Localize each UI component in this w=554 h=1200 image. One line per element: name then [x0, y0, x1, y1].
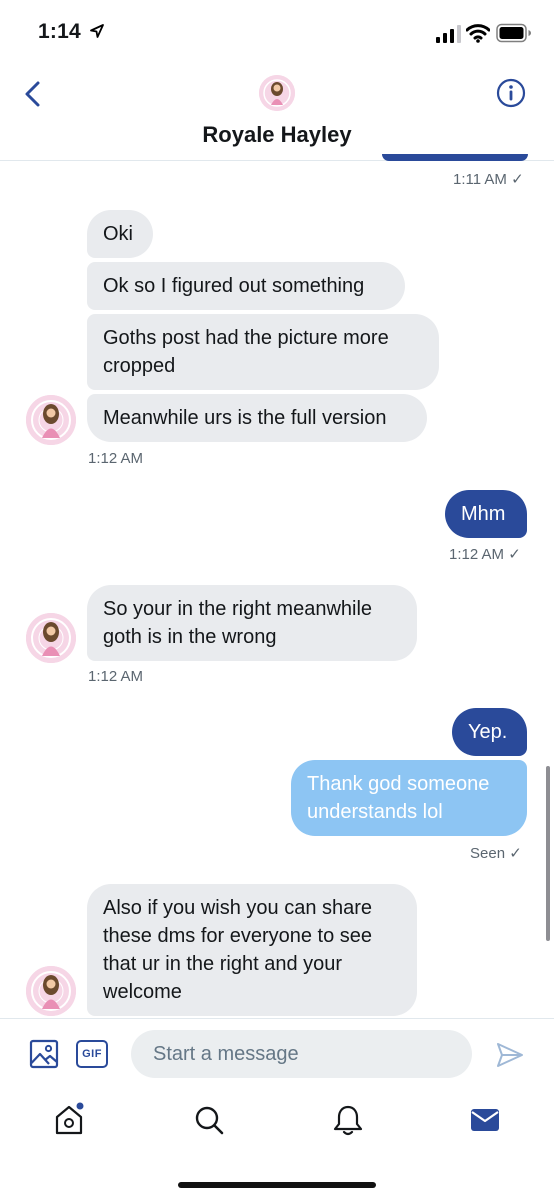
- conversation-info-button[interactable]: [496, 78, 526, 108]
- sender-avatar[interactable]: [26, 613, 76, 663]
- message-timestamp: 1:12 AM: [88, 668, 144, 685]
- sender-avatar[interactable]: [26, 395, 76, 445]
- received-message-bubble[interactable]: So your in the right meanwhile goth is i…: [87, 585, 417, 661]
- message-text-line: cropped: [103, 355, 176, 377]
- message-input[interactable]: [131, 1030, 472, 1078]
- gif-icon: GIF: [82, 1048, 102, 1060]
- send-icon: [497, 1043, 523, 1067]
- scrollbar[interactable]: [546, 766, 550, 941]
- message-text-line: So your in the right meanwhile: [103, 598, 373, 620]
- message-text-line: Thank god someone: [307, 773, 490, 795]
- notifications-bell-icon: [333, 1105, 363, 1136]
- seen-indicator: Seen ✓: [470, 845, 522, 862]
- message-text-line: understands lol: [307, 801, 443, 823]
- conversation-title[interactable]: Royale Hayley: [0, 122, 554, 148]
- sent-bubble-partial[interactable]: [382, 154, 528, 161]
- received-message-bubble[interactable]: Goths post had the picture more cropped: [87, 314, 439, 390]
- home-icon: [55, 1102, 84, 1135]
- sent-message-bubble[interactable]: Thank god someone understands lol: [291, 760, 527, 836]
- battery-icon: [496, 23, 532, 48]
- status-time: 1:14: [38, 20, 105, 44]
- message-text-line: Goths post had the picture more: [103, 327, 389, 349]
- sender-avatar[interactable]: [26, 966, 76, 1016]
- tab-home[interactable]: [54, 1102, 86, 1136]
- message-timestamp: 1:12 AM ✓: [449, 546, 521, 563]
- sent-message-bubble[interactable]: Mhm: [445, 490, 527, 538]
- message-text-line: Also if you wish you can share: [103, 897, 373, 919]
- search-icon: [195, 1106, 224, 1135]
- info-icon: [496, 78, 526, 108]
- sent-message-bubble[interactable]: Yep.: [452, 708, 527, 756]
- message-timestamp: 1:12 AM: [88, 450, 144, 467]
- add-photo-button[interactable]: [29, 1039, 59, 1069]
- send-button[interactable]: [496, 1041, 524, 1069]
- received-message-bubble[interactable]: Also if you wish you can share these dms…: [87, 884, 417, 1016]
- image-icon: [29, 1039, 59, 1069]
- add-gif-button[interactable]: GIF: [76, 1040, 108, 1068]
- message-timestamp: 1:11 AM ✓: [453, 171, 524, 188]
- tab-messages[interactable]: [470, 1106, 500, 1134]
- wifi-icon: [465, 23, 491, 48]
- message-text-line: these dms for everyone to see: [103, 925, 373, 947]
- tab-search[interactable]: [193, 1104, 225, 1136]
- received-message-bubble[interactable]: Oki: [87, 210, 153, 258]
- tab-notifications[interactable]: [332, 1103, 364, 1137]
- message-text-line: welcome: [103, 981, 182, 1003]
- back-chevron-icon: [25, 81, 40, 107]
- home-indicator[interactable]: [178, 1182, 376, 1188]
- location-arrow-icon: [89, 24, 104, 38]
- received-message-bubble[interactable]: Ok so I figured out something: [87, 262, 405, 310]
- back-button[interactable]: [20, 80, 46, 108]
- cellular-signal-icon: [436, 25, 462, 48]
- messages-mail-icon: [471, 1109, 499, 1131]
- message-text-line: goth is in the wrong: [103, 626, 277, 648]
- received-message-bubble[interactable]: Meanwhile urs is the full version: [87, 394, 427, 442]
- header-avatar[interactable]: [259, 75, 295, 111]
- message-text-line: that ur in the right and your: [103, 953, 343, 975]
